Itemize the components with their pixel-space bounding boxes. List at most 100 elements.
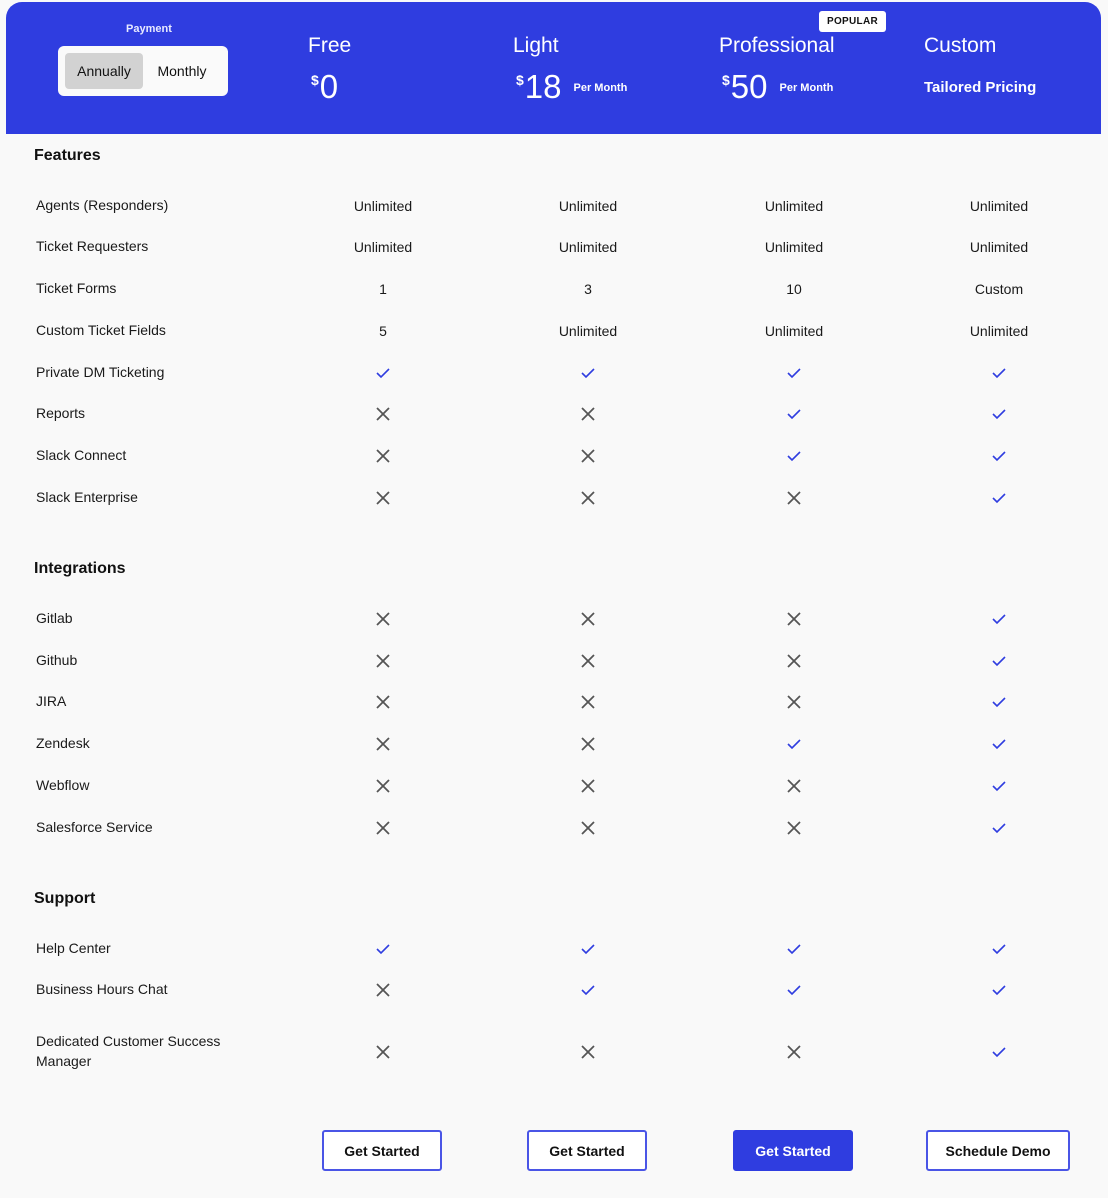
check-icon (929, 818, 1069, 838)
row-label: Slack Connect (36, 447, 127, 463)
cross-icon-glyph (581, 695, 595, 709)
check-icon (518, 363, 658, 383)
row-label: Ticket Forms (36, 280, 117, 296)
check-icon-glyph (581, 368, 595, 379)
table-row: Github (0, 650, 1108, 692)
check-icon-glyph (787, 409, 801, 420)
check-icon-glyph (992, 1047, 1006, 1058)
table-row: Gitlab (0, 608, 1108, 650)
cross-icon-glyph (581, 407, 595, 421)
check-icon (724, 363, 864, 383)
cell-value-professional: Unlimited (764, 239, 824, 255)
cross-icon (313, 734, 453, 754)
check-icon (518, 980, 658, 1000)
cross-icon-glyph (376, 737, 390, 751)
cross-icon (518, 818, 658, 838)
table-row: Ticket Requesters Unlimited Unlimited Unlim… (0, 236, 1108, 278)
cross-icon-glyph (787, 1045, 801, 1059)
plan-price: $ 0 (311, 68, 338, 106)
check-icon-glyph (992, 656, 1006, 667)
cross-icon-glyph (787, 612, 801, 626)
check-icon-glyph (376, 944, 390, 955)
cross-icon-glyph (581, 449, 595, 463)
check-icon (313, 363, 453, 383)
check-icon (929, 363, 1069, 383)
cross-icon (313, 404, 453, 424)
cross-icon-glyph (581, 612, 595, 626)
cross-icon (313, 488, 453, 508)
table-row: Slack Connect (0, 445, 1108, 487)
cross-icon (518, 1042, 658, 1062)
light-get-started-button[interactable]: Get Started (527, 1130, 647, 1171)
cell-value-professional: Unlimited (764, 198, 824, 214)
check-icon (518, 939, 658, 959)
cross-icon-glyph (376, 1045, 390, 1059)
cross-icon (724, 609, 864, 629)
cross-icon (724, 818, 864, 838)
cross-icon-glyph (376, 821, 390, 835)
cross-icon (518, 488, 658, 508)
check-icon-glyph (376, 368, 390, 379)
professional-get-started-button[interactable]: Get Started (733, 1130, 853, 1171)
table-row: Dedicated Customer Success Manager (0, 1031, 1108, 1073)
cell-value-custom: Custom (974, 281, 1024, 297)
row-label: Reports (36, 405, 86, 421)
cross-icon-glyph (376, 407, 390, 421)
table-row: Slack Enterprise (0, 487, 1108, 529)
table-row: Custom Ticket Fields 5 Unlimited Unlimited U… (0, 320, 1108, 362)
row-label: Slack Enterprise (36, 489, 138, 505)
billing-option-annually[interactable]: Annually (65, 53, 143, 89)
row-label: Webflow (36, 777, 90, 793)
table-row: Private DM Ticketing (0, 362, 1108, 404)
schedule-demo-button[interactable]: Schedule Demo (926, 1130, 1070, 1171)
cross-icon (518, 609, 658, 629)
free-get-started-button[interactable]: Get Started (322, 1130, 442, 1171)
check-icon (929, 446, 1069, 466)
check-icon (929, 776, 1069, 796)
cross-icon (518, 404, 658, 424)
section-title-features: Features (34, 147, 101, 164)
check-icon-glyph (992, 781, 1006, 792)
check-icon-glyph (787, 944, 801, 955)
cross-icon-glyph (787, 779, 801, 793)
cell-value-light: Unlimited (558, 198, 618, 214)
cross-icon-glyph (376, 983, 390, 997)
pricing-header: Payment Annually Monthly Free $ 0 Light … (6, 2, 1101, 134)
cross-icon (313, 651, 453, 671)
price-period: Per Month (779, 82, 834, 94)
cell-value-professional: 10 (786, 281, 802, 297)
cross-icon-glyph (787, 491, 801, 505)
table-row: Help Center (0, 938, 1108, 980)
price-amount: 18 (524, 68, 562, 105)
cross-icon (518, 692, 658, 712)
cross-icon-glyph (376, 654, 390, 668)
cross-icon (313, 446, 453, 466)
cross-icon-glyph (376, 779, 390, 793)
row-label: Github (36, 652, 78, 668)
check-icon-glyph (992, 944, 1006, 955)
table-row: Webflow (0, 775, 1108, 817)
check-icon-glyph (581, 944, 595, 955)
cross-icon-glyph (376, 491, 390, 505)
check-icon (724, 446, 864, 466)
check-icon (313, 939, 453, 959)
price-period: Per Month (573, 82, 628, 94)
cell-value-light: 3 (584, 281, 592, 297)
check-icon (724, 980, 864, 1000)
billing-option-monthly[interactable]: Monthly (145, 53, 219, 89)
cell-value-custom: Unlimited (969, 323, 1029, 339)
cell-value-custom: Unlimited (969, 198, 1029, 214)
row-label: Salesforce Service (36, 819, 153, 835)
cross-icon-glyph (376, 612, 390, 626)
check-icon (724, 939, 864, 959)
cross-icon-glyph (581, 654, 595, 668)
cross-icon (518, 446, 658, 466)
row-label: Ticket Requesters (36, 238, 149, 254)
cross-icon-glyph (581, 737, 595, 751)
cross-icon-glyph (787, 821, 801, 835)
check-icon-glyph (992, 409, 1006, 420)
cross-icon (518, 776, 658, 796)
cross-icon-glyph (581, 491, 595, 505)
plan-name: Free (308, 34, 352, 57)
table-row: Ticket Forms 1 3 10 Custom (0, 278, 1108, 320)
